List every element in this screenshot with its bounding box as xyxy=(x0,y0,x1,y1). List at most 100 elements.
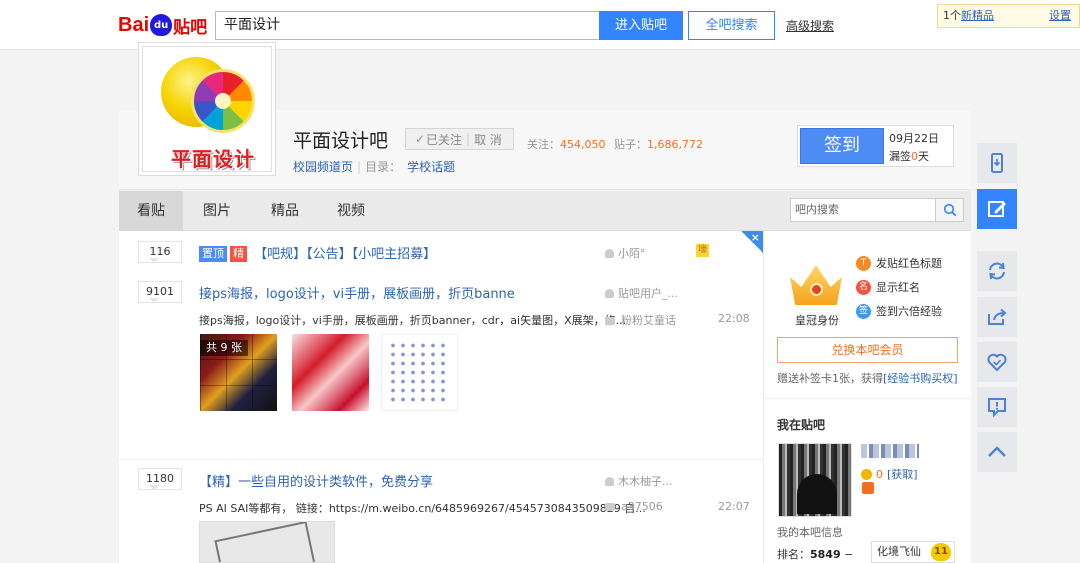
thread-author[interactable]: 贴吧用户_... xyxy=(605,285,678,301)
rank-value: 5849 xyxy=(810,548,841,561)
back-to-top-button[interactable] xyxy=(977,432,1017,472)
user-avatar[interactable] xyxy=(778,443,852,517)
settings-link[interactable]: 设置 xyxy=(1049,5,1071,27)
search-input[interactable]: 平面设计 xyxy=(215,11,599,40)
favorite-button[interactable] xyxy=(977,342,1017,382)
search-icon xyxy=(943,203,957,217)
missed-prefix: 漏签 xyxy=(889,150,911,163)
report-button[interactable] xyxy=(977,387,1017,427)
thread-title[interactable]: 【精】一些自用的设计类软件，免费分享 xyxy=(199,471,433,490)
new-featured-notice: 1个新精品 设置 xyxy=(937,4,1080,28)
rank-info: 排名：5849 − xyxy=(777,546,853,562)
rank-trend: − xyxy=(844,548,854,561)
coin-icon xyxy=(861,468,872,480)
posts-label: 贴子： xyxy=(614,138,647,151)
forum-avatar-text: 平面设计 xyxy=(171,147,255,171)
check-icon: ✓ xyxy=(414,132,426,146)
close-icon: × xyxy=(750,231,760,244)
thread-title[interactable]: 接ps海报，logo设计，vi手册，展板画册，折页banne xyxy=(199,283,515,302)
mobile-icon xyxy=(991,153,1003,173)
color-wheel-center xyxy=(215,93,231,109)
thread-author[interactable]: 小陌° xyxy=(605,245,646,261)
forum-name[interactable]: 平面设计吧 xyxy=(293,126,388,153)
missed-number: 0 xyxy=(911,150,918,163)
mobile-button[interactable] xyxy=(977,143,1017,183)
reply-count: 116 xyxy=(138,241,182,263)
red-title-icon: T xyxy=(856,255,871,271)
exp-icon: 签 xyxy=(856,303,871,319)
perk-six-exp: 签签到六倍经验 xyxy=(856,303,942,319)
tab-videos[interactable]: 视频 xyxy=(325,191,377,231)
level-title: 化境飞仙 xyxy=(877,545,921,558)
refresh-button[interactable] xyxy=(977,251,1017,291)
thread-image-3[interactable] xyxy=(381,334,458,411)
reply-count: 9101 xyxy=(138,281,182,303)
my-forum-info-label: 我的本吧信息 xyxy=(777,526,843,539)
gift-info: 赠送补签卡1张，获得[经验书购买权] xyxy=(777,370,958,386)
share-icon xyxy=(988,308,1007,325)
get-coin-link[interactable]: [获取] xyxy=(887,466,918,482)
followed-label: 已关注 xyxy=(426,132,463,147)
redeem-membership-button[interactable]: 兑换本吧会员 xyxy=(777,337,958,363)
image-count-label: 共 9 张 xyxy=(200,340,248,356)
perk-label: 发贴红色标题 xyxy=(876,257,942,270)
my-tieba-title: 我在贴吧 xyxy=(777,418,826,432)
unfollow-button[interactable]: 取 消 xyxy=(474,131,502,148)
forum-sub-links: 校园频道页 | 目录： 学校话题 xyxy=(293,158,455,175)
report-icon xyxy=(988,398,1006,418)
crown-gem xyxy=(810,283,823,296)
thread-image-sketch[interactable] xyxy=(199,521,335,563)
member-badge: 壕 xyxy=(696,244,709,257)
sign-in-button[interactable]: 签到 xyxy=(800,128,884,164)
catalog-link[interactable]: 学校话题 xyxy=(407,160,455,174)
thread-image-2[interactable] xyxy=(292,334,369,411)
perk-label: 显示红名 xyxy=(876,281,920,294)
notice-count: 1个 xyxy=(943,9,961,22)
logo-tieba: 贴吧 xyxy=(173,17,208,38)
perk-red-name: 名显示红名 xyxy=(856,279,920,295)
last-reply-user[interactable]: a37506 xyxy=(605,500,663,513)
crown-icon xyxy=(790,253,842,305)
share-button[interactable] xyxy=(977,297,1017,337)
missed-suffix: 天 xyxy=(918,150,929,163)
followers-label: 关注： xyxy=(527,138,560,151)
in-forum-search-button[interactable] xyxy=(936,198,964,222)
featured-tag: 精 xyxy=(230,246,247,262)
forum-avatar-image: 平面设计 xyxy=(142,46,272,172)
followers-count: 454,050 xyxy=(560,138,606,151)
logo-bai: Bai xyxy=(118,13,150,36)
tab-images[interactable]: 图片 xyxy=(191,191,243,231)
thread-title-rules[interactable]: 置顶精 【吧规】【公告】【小吧主招募】 xyxy=(199,243,436,262)
sidebar-divider xyxy=(763,398,971,399)
icon-grid-pattern xyxy=(388,341,451,404)
enter-forum-button[interactable]: 进入贴吧 xyxy=(599,11,683,40)
in-forum-search-input[interactable]: 吧内搜索 xyxy=(790,198,936,222)
search-all-button[interactable]: 全吧搜索 xyxy=(688,11,775,40)
advanced-search-link[interactable]: 高级搜索 xyxy=(786,17,834,34)
gift-text: 赠送补签卡1张，获得 xyxy=(777,372,883,385)
thread-divider xyxy=(119,459,763,460)
pinned-tag: 置顶 xyxy=(199,246,227,262)
posts-stat: 贴子：1,686,772 xyxy=(614,136,703,152)
last-reply-time: 22:07 xyxy=(718,500,750,513)
sign-date: 09月22日 xyxy=(889,132,939,145)
catalog-label: 目录： xyxy=(365,160,402,174)
thread-abstract: 接ps海报，logo设计，vi手册，展板画册，折页banner，cdr，ai矢量… xyxy=(199,314,627,327)
thread-image-1[interactable]: 共 9 张 xyxy=(200,334,277,411)
rank-label: 排名： xyxy=(777,548,810,561)
last-reply-user[interactable]: 粉粉艾童话 xyxy=(605,312,676,328)
posts-count: 1,686,772 xyxy=(647,138,703,151)
tab-posts[interactable]: 看贴 xyxy=(119,191,183,231)
new-featured-link[interactable]: 新精品 xyxy=(961,9,994,22)
forum-avatar[interactable]: 平面设计 xyxy=(138,42,276,176)
campus-channel-link[interactable]: 校园频道页 xyxy=(293,160,353,174)
baidu-tieba-logo[interactable]: Bai du 贴吧 xyxy=(118,8,210,42)
collapse-corner[interactable]: × xyxy=(741,231,763,253)
exp-book-link[interactable]: [经验书购买权] xyxy=(883,372,958,385)
thread-author[interactable]: 木木柚子... xyxy=(605,473,673,489)
follow-status-button[interactable]: ✓ 已关注 | 取 消 xyxy=(405,128,514,150)
edit-icon xyxy=(988,201,1006,217)
tab-featured[interactable]: 精品 xyxy=(259,191,311,231)
new-post-button[interactable] xyxy=(977,189,1017,229)
user-name-blurred[interactable] xyxy=(861,444,919,458)
